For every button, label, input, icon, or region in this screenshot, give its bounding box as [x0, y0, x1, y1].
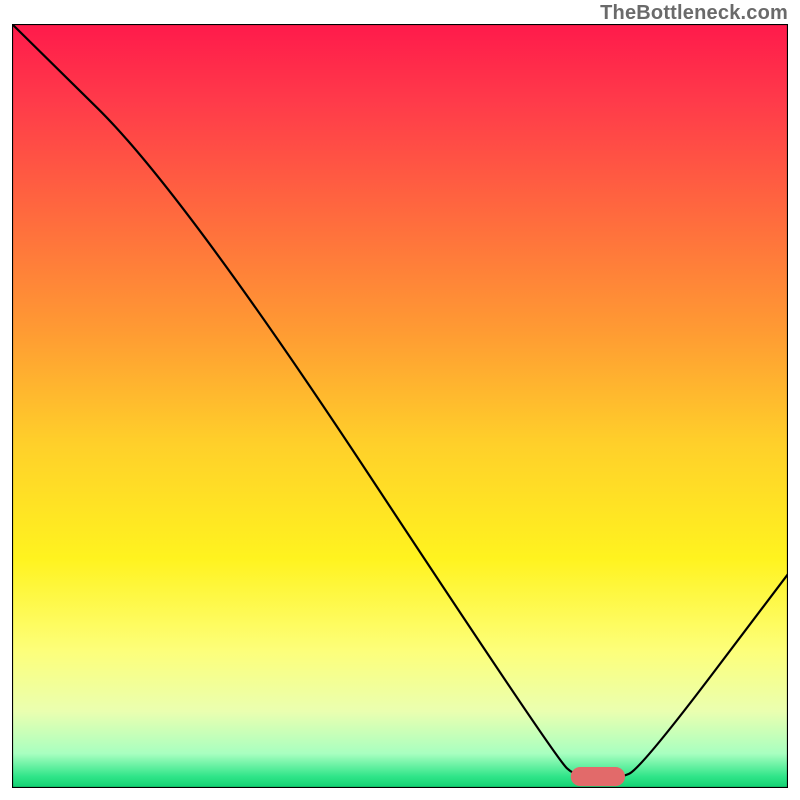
- chart-svg: [12, 24, 788, 788]
- plot-area: [12, 24, 788, 788]
- gradient-background: [12, 24, 788, 788]
- watermark-label: TheBottleneck.com: [600, 2, 788, 25]
- optimal-range-marker: [571, 767, 625, 786]
- bottleneck-chart: TheBottleneck.com: [0, 0, 800, 800]
